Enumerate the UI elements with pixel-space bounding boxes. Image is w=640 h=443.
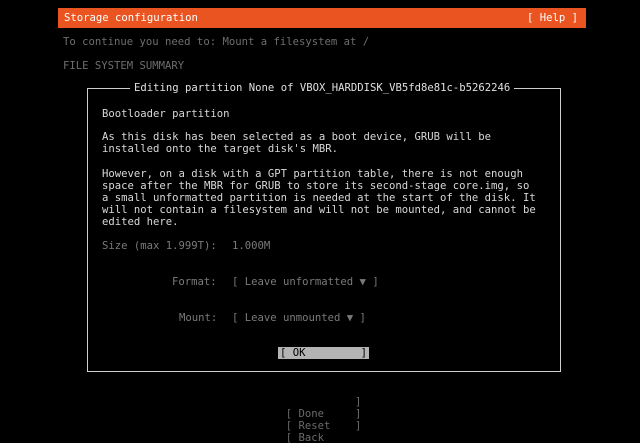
file-system-summary-heading: FILE SYSTEM SUMMARY <box>63 60 185 72</box>
back-button[interactable]: [ Back <box>273 420 324 443</box>
paragraph2-line: space after the MBR for GRUB to store it… <box>102 180 530 192</box>
back-button-bracket: ] <box>355 420 362 432</box>
ok-button-label: [ OK <box>280 347 306 359</box>
bootloader-heading: Bootloader partition <box>102 108 230 120</box>
paragraph2-line: a small unformatted partition is needed … <box>102 192 536 204</box>
ok-button[interactable]: [ OK ] <box>278 347 369 359</box>
paragraph1-line: As this disk has been selected as a boot… <box>102 131 492 143</box>
mount-dropdown[interactable]: [ Leave unmounted ▼ ] <box>232 312 366 324</box>
done-button-bracket: ] <box>355 396 362 408</box>
paragraph1-line: installed onto the target disk's MBR. <box>102 143 338 155</box>
format-label: Format: <box>172 276 217 288</box>
dialog-title: Editing partition None of VBOX_HARDDISK_… <box>130 82 515 94</box>
back-button-label: [ Back <box>285 432 325 443</box>
paragraph2-line: edited here. <box>102 216 179 228</box>
ok-button-bracket: ] <box>360 347 367 359</box>
page-title: Storage configuration <box>64 12 198 24</box>
header-bar: Storage configuration [ Help ] <box>58 8 586 28</box>
size-field[interactable]: 1.000M <box>232 240 270 252</box>
instruction-text: To continue you need to: Mount a filesys… <box>63 36 370 48</box>
size-label: Size (max 1.999T): <box>102 240 217 252</box>
reset-button-bracket: ] <box>355 408 362 420</box>
help-button[interactable]: [ Help ] <box>527 12 578 24</box>
paragraph2-line: will not contain a filesystem and will n… <box>102 204 536 216</box>
format-dropdown[interactable]: [ Leave unformatted ▼ ] <box>232 276 379 288</box>
paragraph2-line: However, on a disk with a GPT partition … <box>102 168 523 180</box>
mount-label: Mount: <box>179 312 218 324</box>
